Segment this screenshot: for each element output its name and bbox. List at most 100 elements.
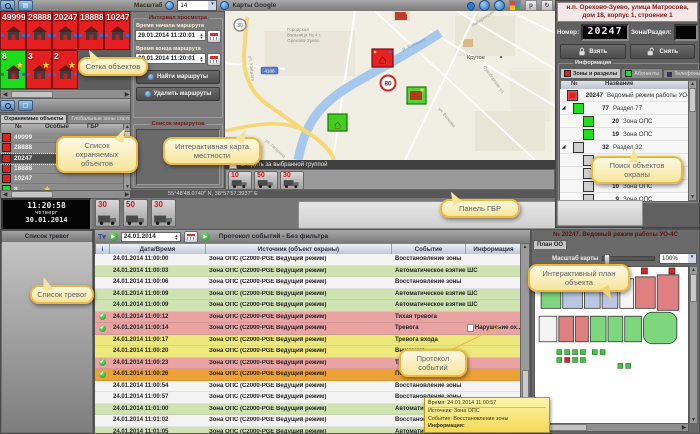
map-marker-alarm[interactable]: ⌂ — [372, 49, 393, 67]
search-button[interactable] — [0, 0, 15, 11]
scroll-thumb[interactable] — [690, 274, 697, 302]
globe-icon[interactable] — [479, 0, 490, 11]
geo-icon[interactable] — [494, 0, 505, 11]
plan-scale-slider[interactable] — [602, 256, 655, 261]
calendar-icon[interactable] — [184, 231, 198, 243]
scroll-up-icon[interactable]: ▲ — [689, 81, 696, 87]
tab-abonents[interactable]: Абоненты — [621, 68, 663, 78]
event-row[interactable]: ✓ 24.01.2014 11:00:17 Зона ОПС (С2000-PG… — [95, 335, 522, 347]
map-marker-top[interactable] — [393, 11, 410, 21]
tab-guarded-objects[interactable]: Охраняемые объекты — [0, 114, 67, 123]
spinner[interactable]: ▲▼ — [198, 56, 205, 62]
event-row[interactable]: ✓ 24.01.2014 11:00:09 Зона ОПС (С2000-PG… — [95, 300, 522, 312]
chevron-down-icon[interactable]: ▼ — [688, 254, 696, 263]
event-source: Зона ОПС (С2000-PGE Ведущий режим) — [205, 406, 391, 412]
refresh-icon[interactable]: ↻ — [541, 0, 553, 11]
start-time-input[interactable]: 29.01.2014 11:20:01 ▲▼ — [135, 30, 206, 41]
scroll-right-icon[interactable]: ▶ — [680, 424, 688, 431]
scroll-up-icon[interactable]: ▲ — [690, 267, 697, 273]
map-marker-ok[interactable]: ⌂ — [328, 114, 347, 132]
search-button[interactable] — [0, 100, 15, 111]
interactive-map[interactable]: Городская больница № 4 г. Орехово-Зуево … — [225, 11, 555, 160]
alarms-list[interactable] — [2, 242, 92, 432]
calendar-icon[interactable] — [207, 30, 221, 43]
object-tile[interactable]: 10247 ★ — [104, 11, 130, 50]
tree-row[interactable]: ◢ 20247 Ведомый режим работы УО-4С — [560, 89, 689, 102]
gbr-unit-button[interactable]: 10 — [228, 171, 252, 190]
scale-select[interactable]: 14 ▼ — [177, 0, 217, 11]
find-routes-button[interactable]: Найти маршруты — [136, 70, 220, 84]
plan-vscrollbar[interactable]: ▲ ▼ — [689, 266, 698, 424]
scroll-left-icon[interactable]: ◀ — [1, 91, 9, 98]
scroll-thumb[interactable] — [11, 91, 53, 98]
app-window: ▤ 49999 ★ 28888 ★ — [0, 0, 700, 434]
scroll-down-icon[interactable]: ▼ — [690, 417, 697, 423]
next-day-icon[interactable]: ▶ — [201, 232, 210, 241]
grid-view-button[interactable]: ▤ — [18, 0, 33, 11]
tree-row[interactable]: ◢ 20 Зона ОПС — [560, 115, 689, 128]
map-sign-80[interactable]: 80 — [381, 76, 396, 91]
chevron-down-icon[interactable]: ▼ — [208, 1, 216, 10]
scroll-left-icon[interactable]: ◀ — [1, 191, 9, 198]
event-row[interactable]: ✓ 24.01.2014 11:00:09 Зона ОПС (С2000-PG… — [95, 289, 522, 301]
event-row[interactable]: ✓ 24.01.2014 11:00:03 Зона ОПС (С2000-PG… — [95, 266, 522, 278]
tooltip-time: Время: 24.01.2014 11:00:57 — [428, 400, 546, 408]
object-tile[interactable]: 49999 ★ — [0, 11, 26, 50]
events-date-input[interactable]: 24.01.2014 ▲▼ — [121, 232, 181, 242]
scroll-thumb[interactable] — [689, 88, 696, 112]
panel-toggle-button[interactable]: ▢ — [18, 100, 33, 111]
tree-row[interactable]: ◢ 32 Раздел 32 — [560, 141, 689, 154]
disarm-button[interactable]: Снять — [630, 44, 696, 59]
event-time: 24.01.2014 11:00:57 — [109, 394, 205, 400]
prev-day-icon[interactable]: ▶ — [109, 232, 118, 241]
layers-icon[interactable] — [220, 1, 229, 10]
unlock-icon — [646, 47, 656, 56]
gbr-unit-button[interactable]: 30 — [95, 199, 120, 227]
spinner[interactable]: ▲▼ — [173, 234, 180, 240]
tree-row[interactable]: ◢ 77 Раздел 77 — [560, 102, 689, 115]
scroll-down-icon[interactable]: ▼ — [689, 194, 696, 200]
google-maps-icon[interactable] — [509, 0, 521, 11]
tab-plan[interactable]: План ОО — [533, 240, 567, 249]
zone-number: 19 — [597, 131, 619, 138]
object-tile[interactable]: 20247 ★ — [52, 11, 78, 50]
grid-hscrollbar[interactable]: ◀ ▶ — [0, 89, 132, 99]
plan-scale-select[interactable]: 100% ▼ — [659, 253, 697, 264]
gbr-unit-button[interactable]: 30 — [151, 199, 176, 227]
object-tile[interactable]: 8 ★ — [0, 50, 26, 89]
expand-icon[interactable]: ◢ — [560, 105, 567, 111]
scroll-thumb[interactable] — [545, 424, 587, 431]
pin-icon[interactable] — [465, 0, 476, 11]
expand-icon[interactable]: ◢ — [560, 144, 567, 150]
gbr-unit-button[interactable]: 50 — [254, 171, 278, 190]
callout-events: Протокол событий — [399, 349, 467, 377]
event-row[interactable]: ✓ 24.01.2014 11:00:00 Зона ОПС (С2000-PG… — [95, 254, 522, 266]
calendar-icon[interactable] — [207, 53, 221, 66]
scroll-up-icon[interactable]: ▲ — [521, 244, 529, 250]
gbr-unit-button[interactable]: 50 — [123, 199, 148, 227]
object-tile[interactable]: 28888 ★ — [26, 11, 52, 50]
object-tile[interactable]: 3 ★ — [26, 50, 52, 89]
map-marker-gbr[interactable] — [407, 87, 426, 104]
spinner[interactable]: ▲▼ — [198, 33, 205, 39]
filter-icon[interactable]: T▾ — [98, 233, 106, 241]
gbr-unit-button[interactable]: 30 — [280, 171, 304, 190]
event-row[interactable]: ✓ 24.01.2014 11:00:54 Зона ОПС (С2000-PG… — [95, 381, 522, 393]
house-icon — [57, 65, 74, 80]
event-row[interactable]: ✓ 24.01.2014 11:00:12 Зона ОПС (С2000-PG… — [95, 312, 522, 324]
delete-routes-button[interactable]: Удалить маршруты — [136, 87, 220, 101]
tree-row[interactable]: ◢ 19 Зона ОПС — [560, 128, 689, 141]
tab-zones[interactable]: Зоны и разделы — [560, 68, 621, 78]
object-row[interactable]: 10247 ★ — [0, 174, 123, 184]
plan-hscrollbar[interactable]: ◀ ▶ — [534, 423, 689, 432]
tab-phones[interactable]: Телефоны — [663, 69, 700, 78]
tree-vscrollbar[interactable]: ▲ ▼ — [688, 80, 697, 201]
event-row[interactable]: ✓ 24.01.2014 11:00:14 Зона ОПС (С2000-PG… — [95, 323, 522, 335]
print-icon[interactable]: p — [525, 0, 537, 11]
event-row[interactable]: ✓ 24.01.2014 11:00:06 Зона ОПС (С2000-PG… — [95, 277, 522, 289]
event-time: 24.01.2014 11:00:17 — [109, 337, 205, 343]
scroll-thumb[interactable] — [11, 191, 53, 198]
arm-button[interactable]: Взять — [560, 44, 626, 59]
object-tile[interactable]: 2 ★ — [52, 50, 78, 89]
note-box[interactable] — [557, 200, 643, 226]
